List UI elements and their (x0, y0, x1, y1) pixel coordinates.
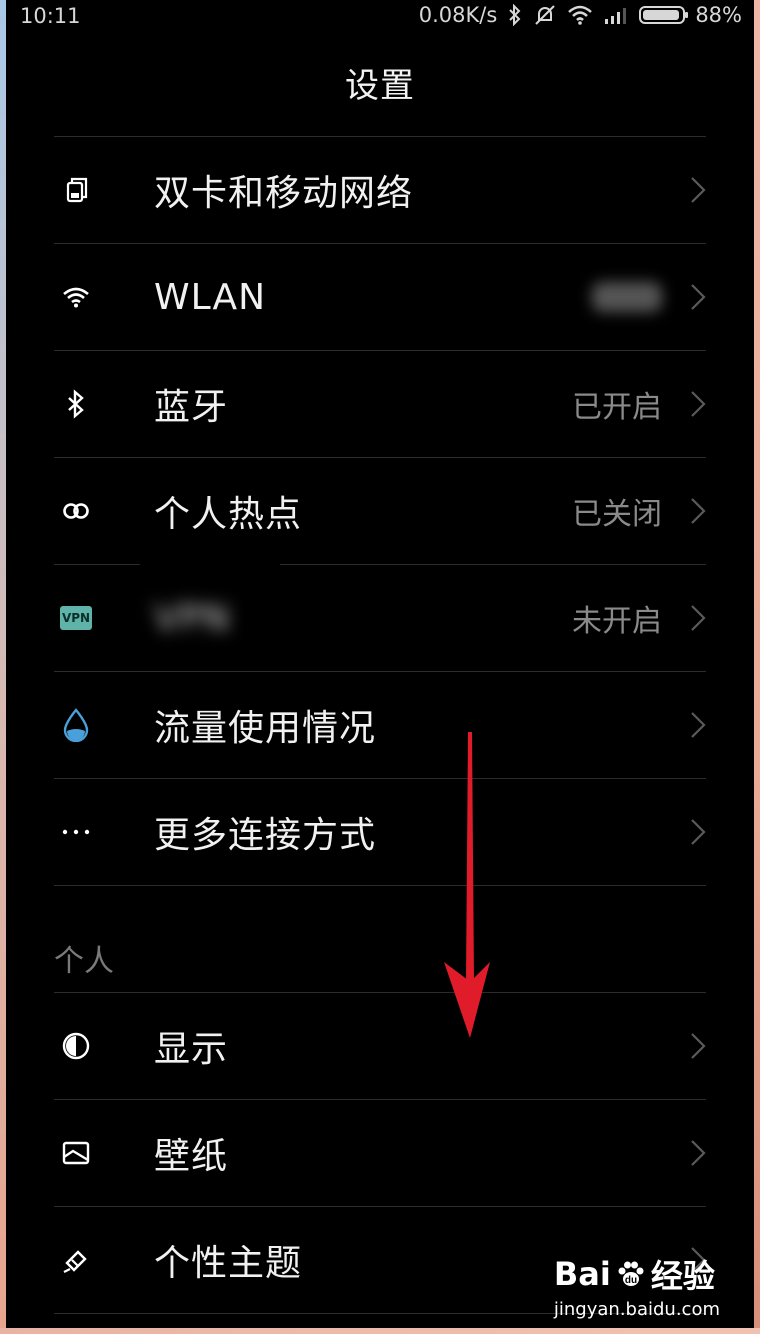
row-value: 已关闭 (572, 497, 662, 532)
row-label: 双卡和移动网络 (154, 173, 414, 214)
red-down-arrow-annotation (444, 732, 490, 1038)
watermark-brand: Bai (553, 1255, 611, 1293)
watermark-brand-suffix: 经验 (650, 1257, 715, 1295)
row-more-connections[interactable]: 更多连接方式 (54, 779, 706, 885)
wifi-status-icon (568, 5, 593, 25)
status-time: 10:11 (20, 4, 81, 28)
svg-text:du: du (625, 1275, 637, 1286)
dual-sim-icon (60, 174, 92, 206)
row-wallpaper[interactable]: 壁纸 (54, 1100, 706, 1206)
bluetooth-status-icon (509, 4, 521, 26)
chevron-right-icon (691, 498, 706, 524)
row-dual-sim[interactable]: 双卡和移动网络 (54, 137, 706, 243)
chevron-right-icon (691, 391, 706, 417)
chevron-right-icon (691, 284, 706, 310)
row-vpn[interactable]: VPN VPN 未开启 (54, 565, 706, 671)
row-label: WLAN (154, 276, 267, 318)
row-label: 更多连接方式 (154, 815, 377, 856)
row-label: 显示 (154, 1029, 229, 1070)
status-bar: 10:11 0.08K/s 88% (6, 0, 754, 36)
row-value: 未开启 (572, 604, 662, 639)
row-wlan[interactable]: WLAN (54, 244, 706, 350)
signal-icon (605, 8, 627, 24)
settings-list: 双卡和移动网络 WLAN 蓝牙 已开启 个人热点 已关闭 VPN VPN 未开启… (54, 136, 706, 1314)
display-icon (60, 1030, 92, 1062)
row-data-usage[interactable]: 流量使用情况 (54, 672, 706, 778)
wifi-icon (60, 281, 92, 313)
battery-percent: 88% (695, 3, 742, 27)
watermark-url: jingyan.baidu.com (553, 1299, 720, 1320)
page-title: 设置 (345, 66, 415, 106)
vpn-icon: VPN (60, 602, 92, 634)
row-label: 个性主题 (154, 1243, 303, 1284)
chevron-right-icon (691, 605, 706, 631)
chevron-right-icon (691, 1140, 706, 1166)
wallpaper-icon (60, 1137, 92, 1169)
chevron-right-icon (691, 1033, 706, 1059)
section-header-personal: 个人 (54, 886, 706, 992)
watermark-logo: Bai du 经验 (554, 1251, 720, 1297)
chevron-right-icon (691, 712, 706, 738)
row-label: 流量使用情况 (154, 708, 377, 749)
battery-icon (639, 6, 689, 24)
bluetooth-icon (60, 388, 92, 420)
status-icons: 0.08K/s 88% (419, 3, 742, 27)
row-label: 蓝牙 (154, 387, 229, 428)
mute-vibrate-icon (535, 5, 556, 25)
baidu-jingyan-watermark: Bai du 经验 jingyan.baidu.com (554, 1251, 720, 1320)
hotspot-icon (60, 495, 92, 527)
row-hotspot[interactable]: 个人热点 已关闭 (54, 458, 706, 564)
left-edge (0, 0, 6, 1334)
row-label-redacted: VPN (154, 597, 231, 639)
battery: 88% (639, 3, 742, 27)
paw-icon: du (618, 1261, 644, 1286)
theme-icon (60, 1244, 92, 1276)
row-display[interactable]: 显示 (54, 993, 706, 1099)
chevron-right-icon (691, 819, 706, 845)
row-value: 已开启 (572, 390, 662, 425)
bottom-edge (0, 1328, 760, 1334)
more-icon (60, 816, 92, 848)
wlan-network-name-redacted (592, 282, 662, 312)
vpn-badge: VPN (60, 606, 92, 630)
chevron-right-icon (691, 177, 706, 203)
right-edge (754, 0, 760, 1334)
row-bluetooth[interactable]: 蓝牙 已开启 (54, 351, 706, 457)
section-title: 个人 (54, 944, 114, 979)
row-label: 壁纸 (154, 1136, 229, 1177)
network-speed: 0.08K/s (418, 3, 498, 27)
row-label: 个人热点 (154, 494, 303, 535)
data-usage-icon (60, 708, 92, 742)
